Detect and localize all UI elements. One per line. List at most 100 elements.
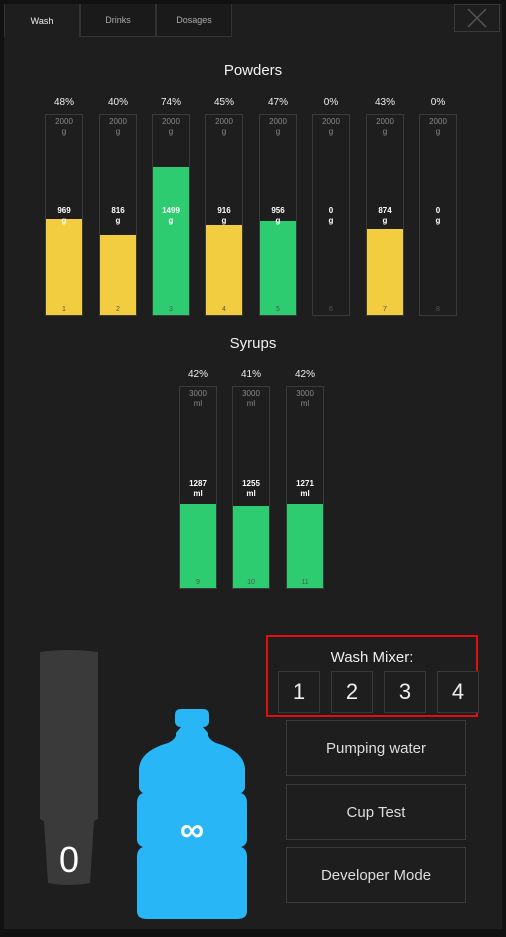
tab-wash[interactable]: Wash <box>4 4 80 37</box>
amount-value: 0 <box>328 206 334 215</box>
container-capacity: 3000 ml <box>287 389 323 409</box>
capacity-unit: g <box>435 127 441 136</box>
tab-dosages[interactable]: Dosages <box>156 4 232 37</box>
container-7[interactable]: 43% 2000 g 874 g 7 <box>366 97 404 316</box>
capacity-unit: ml <box>193 399 203 408</box>
amount-unit: ml <box>193 488 203 498</box>
container-10[interactable]: 41% 3000 ml 1255 ml 10 <box>232 369 270 589</box>
container-capacity: 2000 g <box>313 117 349 137</box>
container-fill <box>206 225 242 315</box>
amount-unit: g <box>275 216 281 225</box>
container-capacity: 2000 g <box>260 117 296 137</box>
capacity-value: 2000 <box>269 117 287 126</box>
container-percent: 47% <box>267 97 288 108</box>
close-button[interactable] <box>454 4 500 32</box>
container-9[interactable]: 42% 3000 ml 1287 ml 9 <box>179 369 217 589</box>
container-gauge: 2000 g 0 g 8 <box>419 114 457 316</box>
amount-unit: ml <box>300 488 310 498</box>
container-gauge: 3000 ml 1271 ml 11 <box>286 386 324 589</box>
container-percent: 0% <box>430 97 446 108</box>
container-amount: 956 g <box>260 206 296 226</box>
wash-mixer-button-1[interactable]: 1 <box>278 671 320 713</box>
capacity-unit: g <box>61 127 67 136</box>
amount-unit: g <box>328 216 334 225</box>
container-6[interactable]: 0% 2000 g 0 g 6 <box>312 97 350 316</box>
container-percent: 42% <box>294 369 315 380</box>
capacity-unit: ml <box>300 399 310 408</box>
container-amount: 0g <box>420 206 456 226</box>
container-percent: 74% <box>160 97 181 108</box>
capacity-unit: g <box>382 127 388 136</box>
powders-title: Powders <box>223 62 283 79</box>
capacity-value: 2000 <box>162 117 180 126</box>
container-capacity: 3000 ml <box>233 389 269 409</box>
container-capacity: 2000 g <box>100 117 136 137</box>
container-index: 6 <box>329 306 333 313</box>
container-capacity: 2000 g <box>46 117 82 137</box>
container-index: 9 <box>196 579 200 586</box>
pumping-water-button[interactable]: Pumping water <box>286 720 466 776</box>
amount-value: 1287 <box>189 478 207 488</box>
container-gauge: 2000 g 1499 g 3 <box>152 114 190 316</box>
container-amount: 816 g <box>100 206 136 226</box>
container-index: 1 <box>62 306 66 313</box>
tab-drinks[interactable]: Drinks <box>80 4 156 37</box>
capacity-unit: g <box>115 127 121 136</box>
cup-count: 0 <box>58 839 80 880</box>
amount-value: 969 <box>57 206 71 215</box>
container-percent: 42% <box>187 369 208 380</box>
container-11[interactable]: 42% 3000 ml 1271 ml 11 <box>286 369 324 589</box>
capacity-value: 3000 <box>242 389 260 398</box>
container-capacity: 2000 g <box>206 117 242 137</box>
container-3[interactable]: 74% 2000 g 1499 g 3 <box>152 97 190 316</box>
container-5[interactable]: 47% 2000 g 956 g 5 <box>259 97 297 316</box>
container-amount: 874 g <box>367 206 403 226</box>
capacity-unit: g <box>221 127 227 136</box>
amount-value: 874 <box>378 206 392 215</box>
container-percent: 40% <box>107 97 128 108</box>
amount-unit: g <box>115 216 121 225</box>
container-index: 4 <box>222 306 226 313</box>
container-fill <box>367 229 403 315</box>
amount-unit: g <box>382 216 388 225</box>
container-gauge: 2000 g 874 g 7 <box>366 114 404 316</box>
container-8[interactable]: 0% 2000 g 0 g 8 <box>419 97 457 316</box>
water-level-label: ∞ <box>179 811 205 849</box>
developer-mode-button[interactable]: Developer Mode <box>286 847 466 903</box>
container-fill <box>46 219 82 315</box>
wash-mixer-button-4[interactable]: 4 <box>437 671 479 713</box>
container-fill <box>153 167 189 315</box>
capacity-value: 3000 <box>296 389 314 398</box>
container-gauge: 2000 g 956 g 5 <box>259 114 297 316</box>
capacity-unit: g <box>168 127 174 136</box>
amount-value: 0 <box>435 206 441 215</box>
container-amount: 1287 ml <box>180 479 216 499</box>
wash-mixer-button-3[interactable]: 3 <box>384 671 426 713</box>
container-2[interactable]: 40% 2000 g 816 g 2 <box>99 97 137 316</box>
container-gauge: 2000 g 0 g 6 <box>312 114 350 316</box>
capacity-unit: g <box>275 127 281 136</box>
container-capacity: 2000 g <box>153 117 189 137</box>
capacity-value: 2000 <box>55 117 73 126</box>
container-1[interactable]: 48% 2000 g 969 g 1 <box>45 97 83 316</box>
capacity-unit: ml <box>246 399 256 408</box>
container-percent: 43% <box>374 97 395 108</box>
container-index: 8 <box>436 306 440 313</box>
container-capacity: 3000 ml <box>180 389 216 409</box>
container-gauge: 2000 g 816 g 2 <box>99 114 137 316</box>
cup-test-button[interactable]: Cup Test <box>286 784 466 840</box>
wash-mixer-button-2[interactable]: 2 <box>331 671 373 713</box>
container-index: 7 <box>383 306 387 313</box>
capacity-value: 2000 <box>376 117 394 126</box>
amount-value: 1271 <box>296 478 314 488</box>
container-amount: 1255 ml <box>233 479 269 499</box>
container-4[interactable]: 45% 2000 g 916 g 4 <box>205 97 243 316</box>
amount-value: 816 <box>111 206 125 215</box>
capacity-value: 2000 <box>215 117 233 126</box>
amount-unit: g <box>61 216 67 225</box>
wash-screen: Wash Drinks Dosages Powders 48% 2000 g 969 g… <box>4 4 502 929</box>
capacity-unit: g <box>328 127 334 136</box>
container-fill <box>100 235 136 315</box>
container-amount: 916 g <box>206 206 242 226</box>
container-index: 5 <box>276 306 280 313</box>
